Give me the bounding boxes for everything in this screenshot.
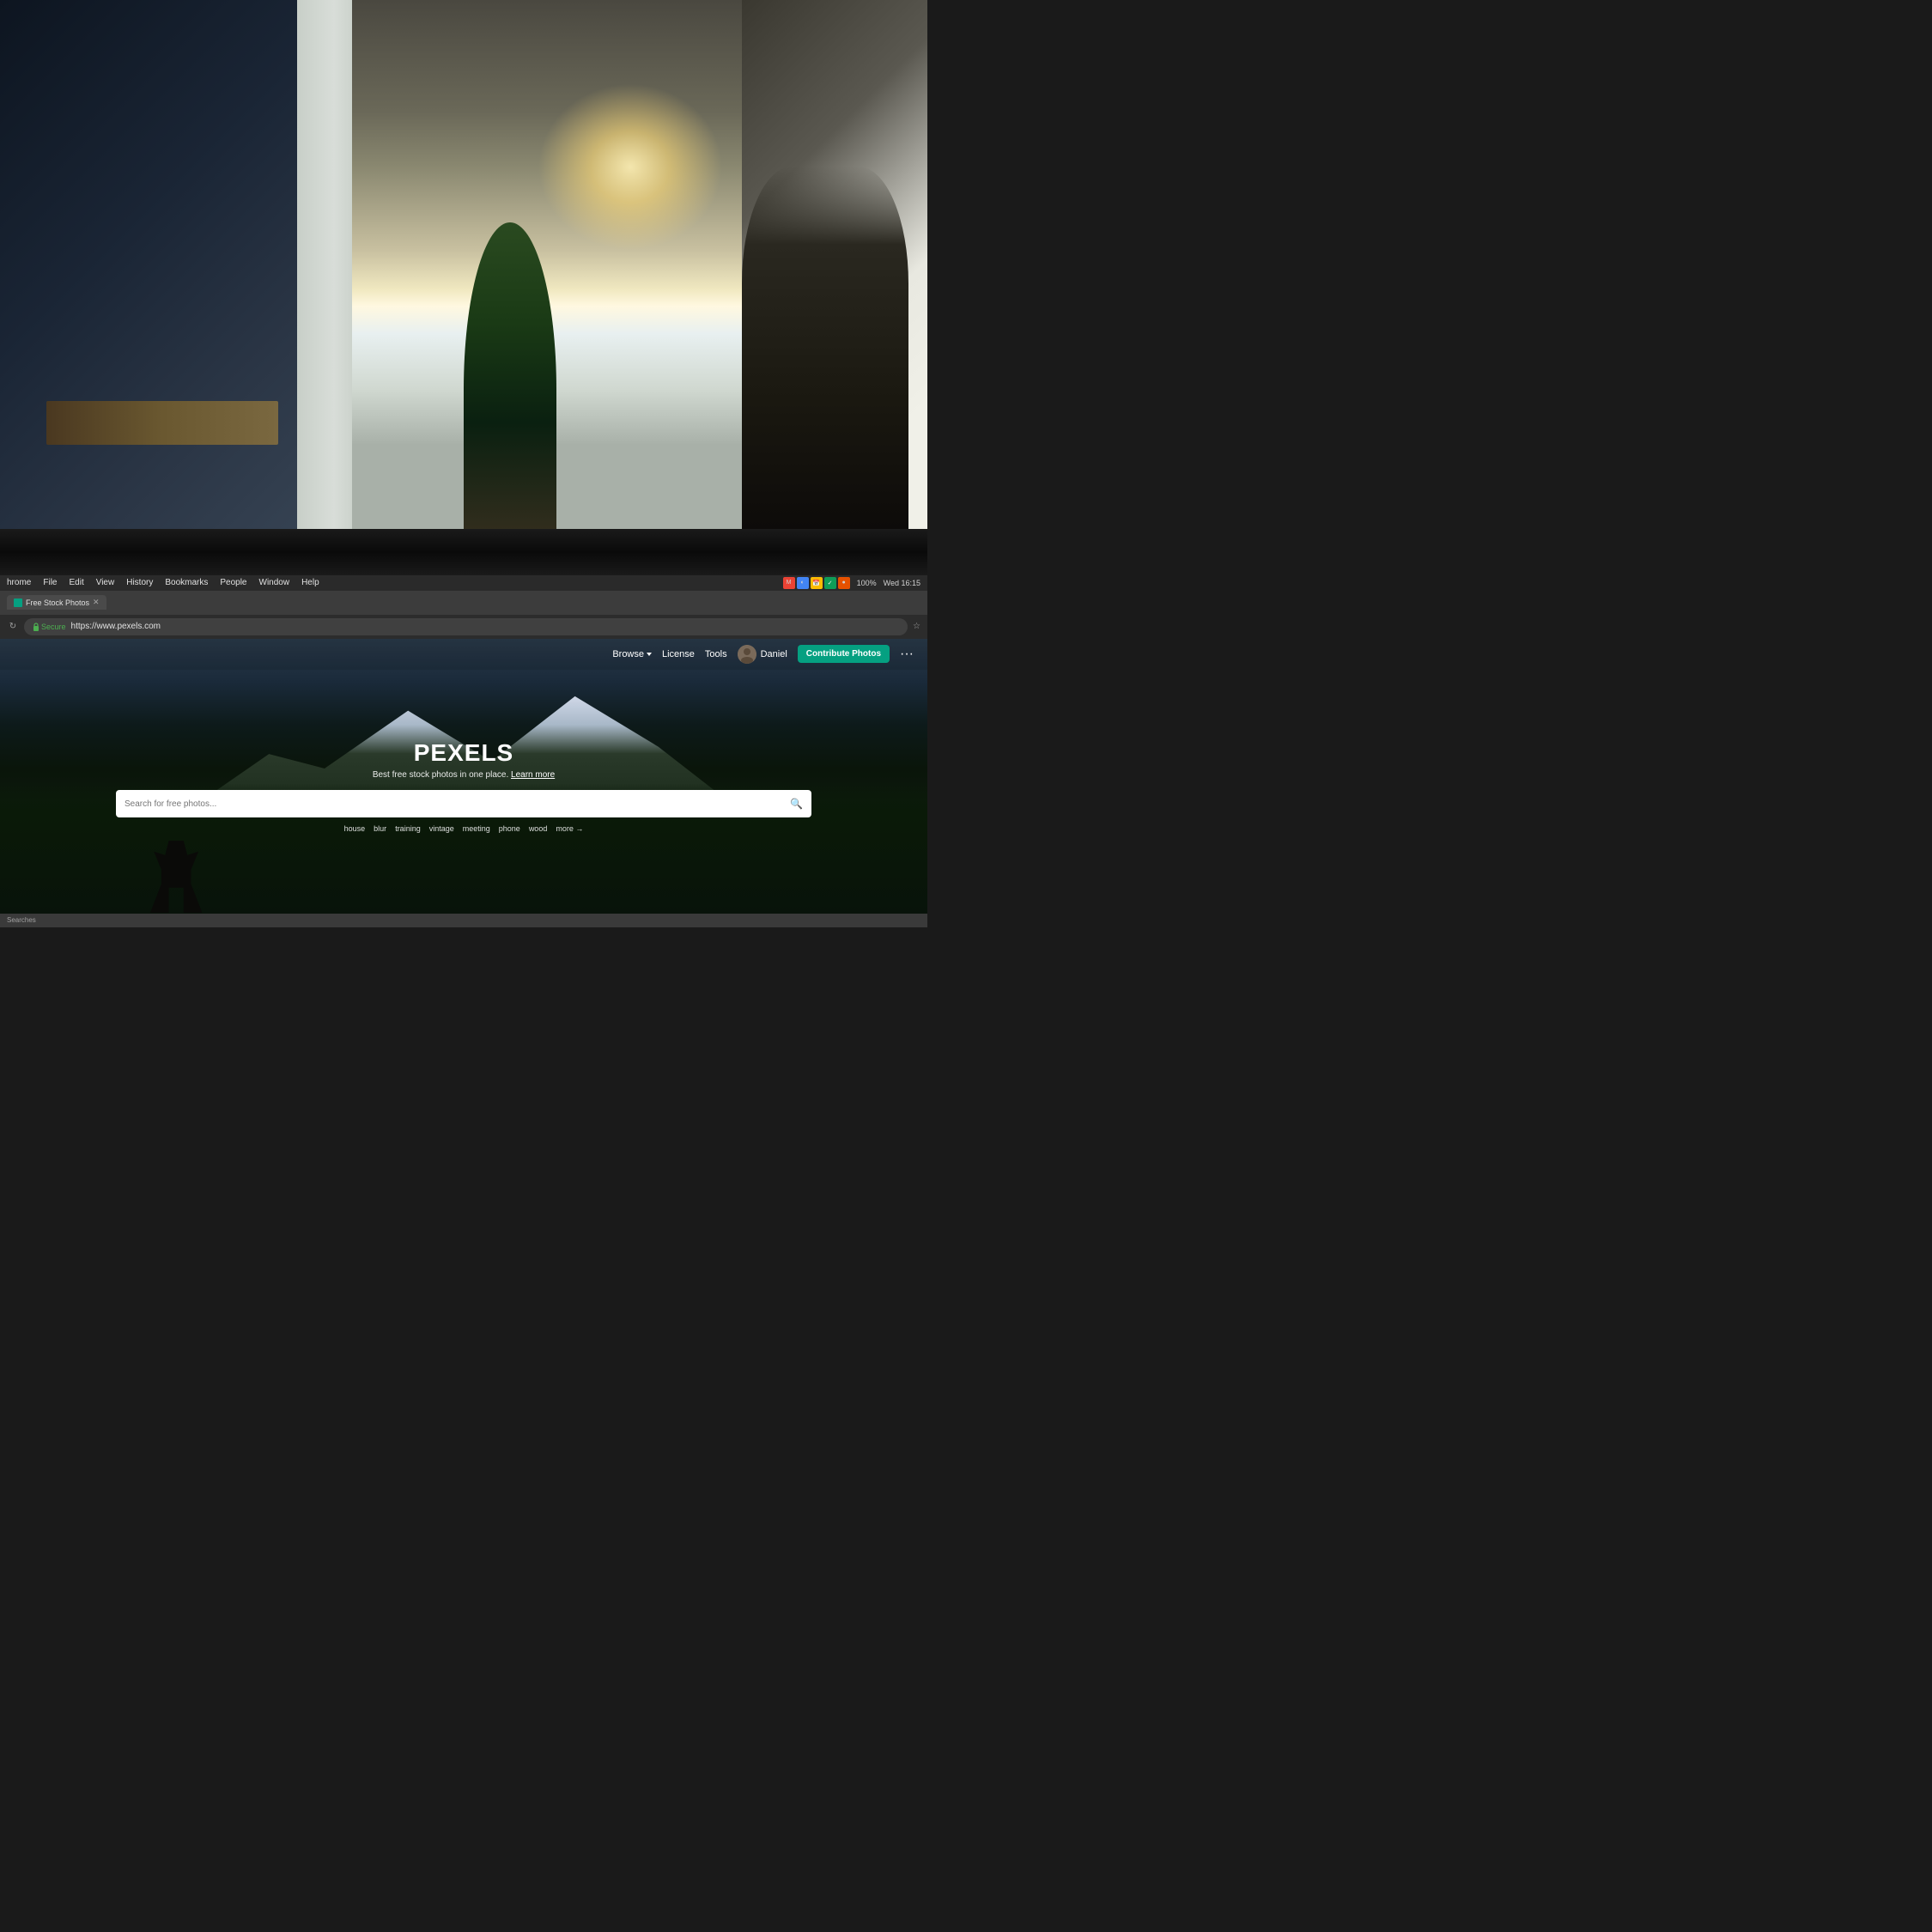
status-text: Searches: [7, 916, 36, 924]
address-bar-row: ↻ Secure https://www.pexels.com ☆: [0, 615, 927, 639]
secure-label: Secure: [41, 623, 66, 631]
ext-icon-3[interactable]: 📅: [811, 577, 823, 589]
contribute-photos-button[interactable]: Contribute Photos: [798, 645, 890, 663]
menu-bar: hrome File Edit View History Bookmarks P…: [7, 578, 776, 587]
tag-wood[interactable]: wood: [529, 824, 548, 833]
menu-bookmarks[interactable]: Bookmarks: [165, 578, 208, 587]
monitor-bezel: [0, 529, 927, 575]
website-content: Browse License Tools Daniel Contrib: [0, 639, 927, 927]
menu-history[interactable]: History: [126, 578, 153, 587]
subtitle-text: Best free stock photos in one place.: [373, 770, 508, 780]
ext-icon-1[interactable]: M: [783, 577, 795, 589]
tab-favicon: [14, 598, 22, 607]
address-bar[interactable]: Secure https://www.pexels.com: [24, 618, 908, 635]
tag-training[interactable]: training: [395, 824, 421, 833]
tag-blur[interactable]: blur: [374, 824, 386, 833]
ext-icon-5[interactable]: ●: [838, 577, 850, 589]
avatar-image: [738, 645, 756, 664]
more-tags-link[interactable]: more →: [556, 824, 583, 833]
tag-vintage[interactable]: vintage: [429, 824, 454, 833]
user-avatar: [738, 645, 756, 664]
menu-people[interactable]: People: [220, 578, 246, 587]
tab-title: Free Stock Photos: [26, 598, 89, 607]
tag-meeting[interactable]: meeting: [463, 824, 490, 833]
search-input[interactable]: [125, 799, 783, 809]
system-time: Wed 16:15: [884, 579, 920, 587]
browser-tabs-bar: Free Stock Photos ✕: [0, 591, 927, 615]
ext-icon-4[interactable]: ✓: [824, 577, 836, 589]
system-menu-bar: hrome File Edit View History Bookmarks P…: [0, 575, 927, 591]
active-tab[interactable]: Free Stock Photos ✕: [7, 595, 106, 610]
menu-file[interactable]: File: [43, 578, 57, 587]
address-url: https://www.pexels.com: [71, 622, 161, 631]
menu-window[interactable]: Window: [259, 578, 290, 587]
user-menu[interactable]: Daniel: [738, 645, 787, 664]
tools-link[interactable]: Tools: [705, 649, 727, 659]
hero-center: PEXELS Best free stock photos in one pla…: [116, 739, 811, 833]
learn-more-link[interactable]: Learn more: [511, 770, 555, 780]
secure-badge: Secure: [33, 623, 66, 631]
tag-house[interactable]: house: [344, 824, 366, 833]
battery-level: 100%: [857, 579, 877, 587]
menu-edit[interactable]: Edit: [69, 578, 83, 587]
pexels-navbar: Browse License Tools Daniel Contrib: [0, 639, 927, 670]
more-options-button[interactable]: ···: [900, 647, 914, 661]
license-link[interactable]: License: [662, 649, 695, 659]
browser-chrome: hrome File Edit View History Bookmarks P…: [0, 575, 927, 927]
background-photo: [0, 0, 927, 556]
reload-button[interactable]: ↻: [7, 621, 19, 633]
browser-status-bar: Searches: [0, 914, 927, 927]
menu-view[interactable]: View: [96, 578, 115, 587]
pexels-logo: PEXELS: [116, 739, 811, 767]
menu-chrome[interactable]: hrome: [7, 578, 31, 587]
browse-menu[interactable]: Browse: [612, 649, 652, 659]
search-icon: 🔍: [790, 798, 803, 810]
menu-help[interactable]: Help: [301, 578, 319, 587]
tag-phone[interactable]: phone: [499, 824, 520, 833]
user-name: Daniel: [761, 649, 787, 659]
search-bar[interactable]: 🔍: [116, 790, 811, 817]
browse-chevron-icon: [647, 653, 652, 656]
tab-close-button[interactable]: ✕: [93, 598, 100, 607]
bookmark-button[interactable]: ☆: [913, 622, 920, 631]
extension-icons: M ◐ 📅 ✓ ●: [783, 577, 850, 589]
search-tags: house blur training vintage meeting phon…: [116, 824, 811, 833]
nav-right-group: Browse License Tools Daniel Contrib: [612, 645, 914, 664]
lock-icon: [33, 623, 39, 631]
browse-label: Browse: [612, 649, 644, 659]
hero-subtitle: Best free stock photos in one place. Lea…: [116, 770, 811, 780]
ext-icon-2[interactable]: ◐: [797, 577, 809, 589]
